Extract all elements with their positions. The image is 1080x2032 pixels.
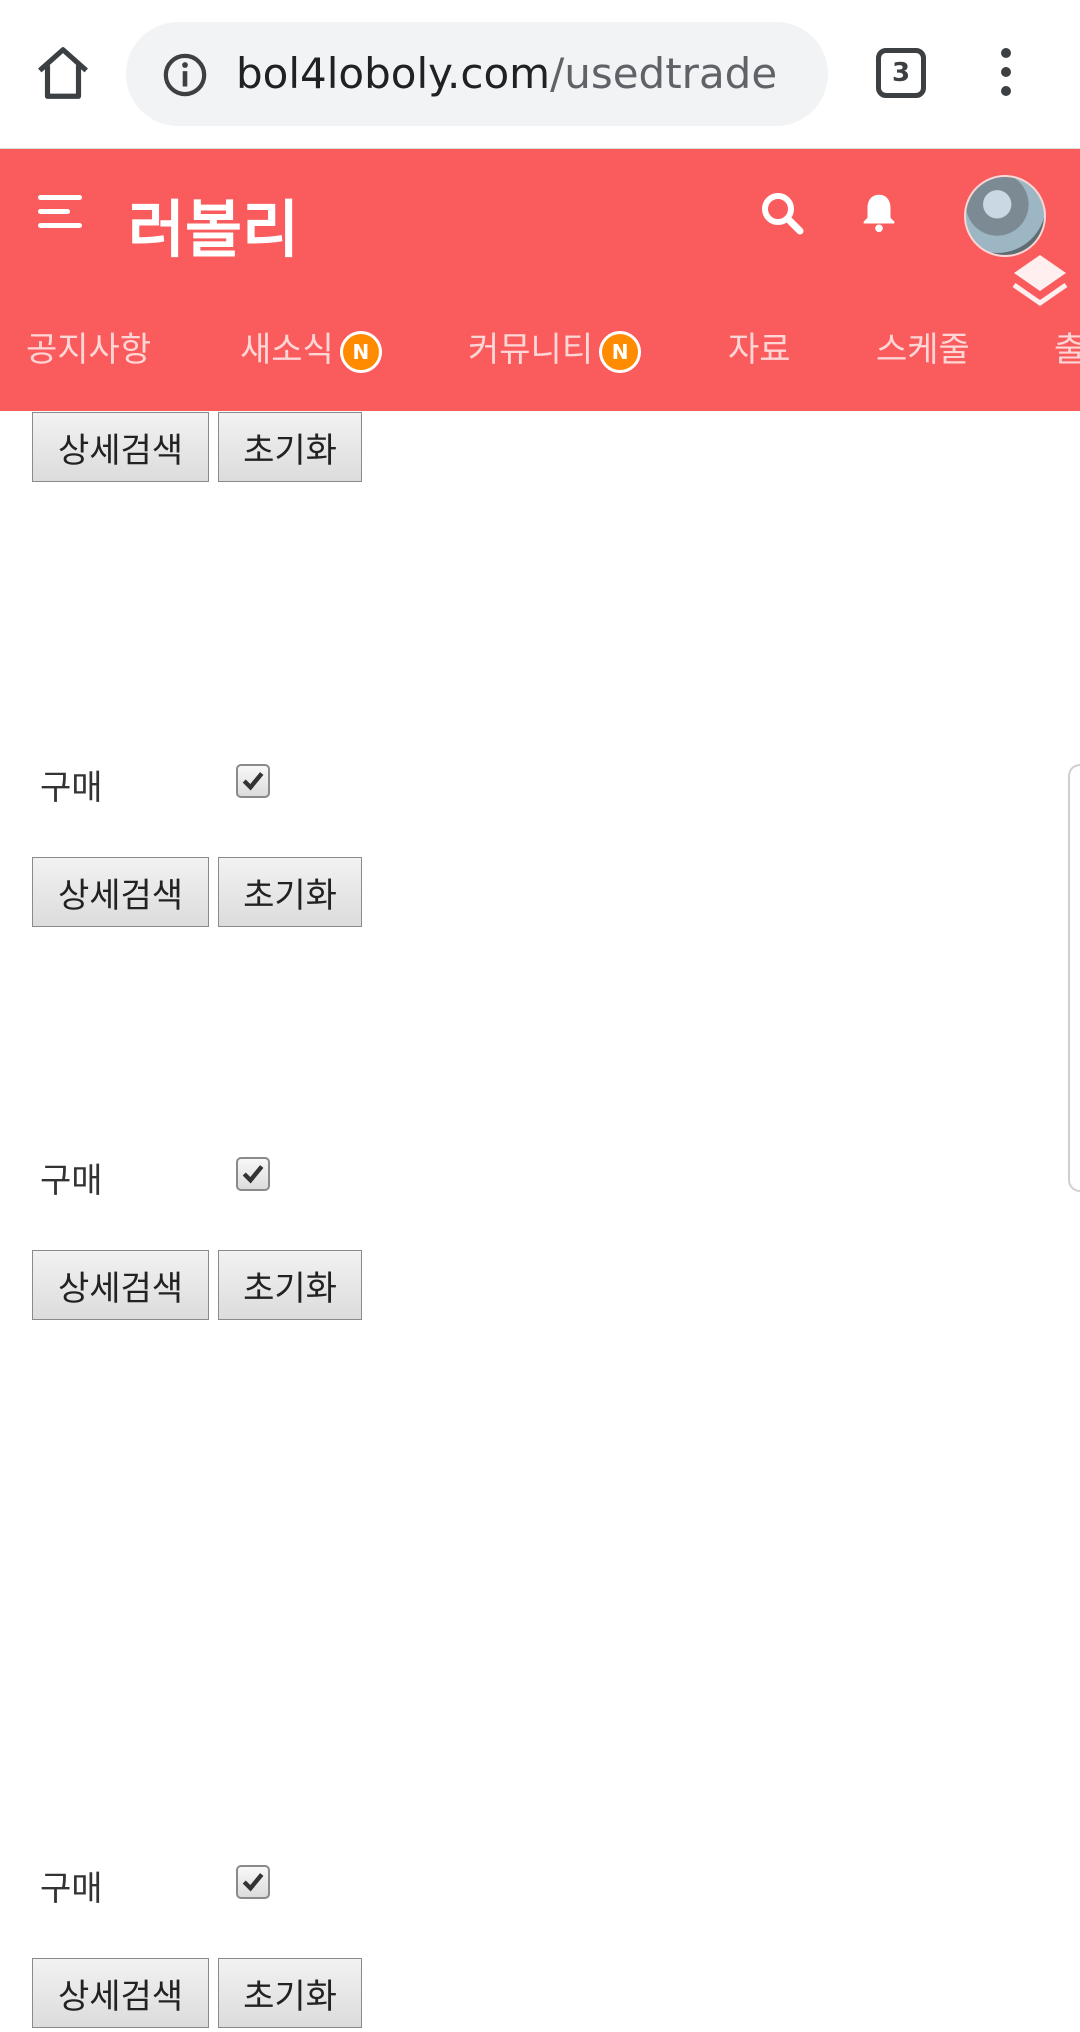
category-nav: 공지사항 새소식 N 커뮤니티 N 자료 스케줄 출	[0, 317, 1080, 397]
detail-search-button[interactable]: 상세검색	[32, 857, 209, 927]
home-icon[interactable]	[32, 42, 94, 104]
bell-icon[interactable]	[856, 189, 902, 235]
purchase-label: 구매	[40, 1161, 103, 1201]
tab-switcher-button[interactable]: 3	[876, 48, 926, 98]
nav-label: 자료	[728, 330, 791, 370]
new-badge: N	[339, 330, 382, 373]
detail-search-button[interactable]: 상세검색	[32, 1958, 209, 2028]
nav-item-resources[interactable]: 자료	[728, 325, 791, 375]
purchase-label: 구매	[40, 1869, 103, 1909]
checkmark-icon	[242, 772, 264, 791]
checkmark-icon	[242, 1873, 264, 1892]
new-badge: N	[599, 330, 642, 373]
url-text: bol4loboly.com/usedtrade	[236, 48, 777, 100]
url-domain: bol4loboly.com	[236, 49, 551, 98]
checkmark-icon	[242, 1165, 264, 1184]
site-header: 러볼리 공지사항 새소식 N 커뮤니티 N 자료 스케줄 출	[0, 149, 1080, 411]
nav-item-schedule[interactable]: 스케줄	[876, 325, 970, 375]
avatar[interactable]	[964, 175, 1046, 257]
address-bar[interactable]: bol4loboly.com/usedtrade	[126, 22, 828, 126]
nav-label: 출	[1054, 330, 1080, 370]
purchase-label: 구매	[40, 768, 103, 808]
purchase-checkbox[interactable]	[236, 1157, 270, 1191]
nav-item-notice[interactable]: 공지사항	[26, 325, 151, 375]
reset-button[interactable]: 초기화	[218, 412, 362, 482]
info-icon[interactable]	[162, 52, 208, 98]
purchase-checkbox[interactable]	[236, 764, 270, 798]
browser-toolbar: bol4loboly.com/usedtrade 3	[0, 0, 1080, 149]
reset-button[interactable]: 초기화	[218, 857, 362, 927]
search-icon[interactable]	[758, 189, 806, 237]
reset-button[interactable]: 초기화	[218, 1250, 362, 1320]
reset-button[interactable]: 초기화	[218, 1958, 362, 2028]
nav-label: 스케줄	[876, 330, 970, 370]
purchase-checkbox[interactable]	[236, 1865, 270, 1899]
layers-icon[interactable]	[1008, 249, 1072, 313]
nav-label: 새소식	[240, 330, 334, 370]
nav-item-more[interactable]: 출	[1054, 325, 1080, 375]
detail-search-button[interactable]: 상세검색	[32, 412, 209, 482]
nav-item-news[interactable]: 새소식 N	[240, 325, 382, 375]
nav-label: 커뮤니티	[468, 330, 594, 370]
nav-label: 공지사항	[26, 330, 152, 370]
side-panel-edge[interactable]	[1068, 764, 1080, 1192]
more-menu-icon[interactable]	[990, 48, 1022, 104]
menu-icon[interactable]	[38, 195, 88, 239]
url-path: /usedtrade	[550, 49, 778, 98]
detail-search-button[interactable]: 상세검색	[32, 1250, 209, 1320]
nav-item-community[interactable]: 커뮤니티 N	[468, 325, 642, 375]
site-title[interactable]: 러볼리	[128, 179, 299, 269]
